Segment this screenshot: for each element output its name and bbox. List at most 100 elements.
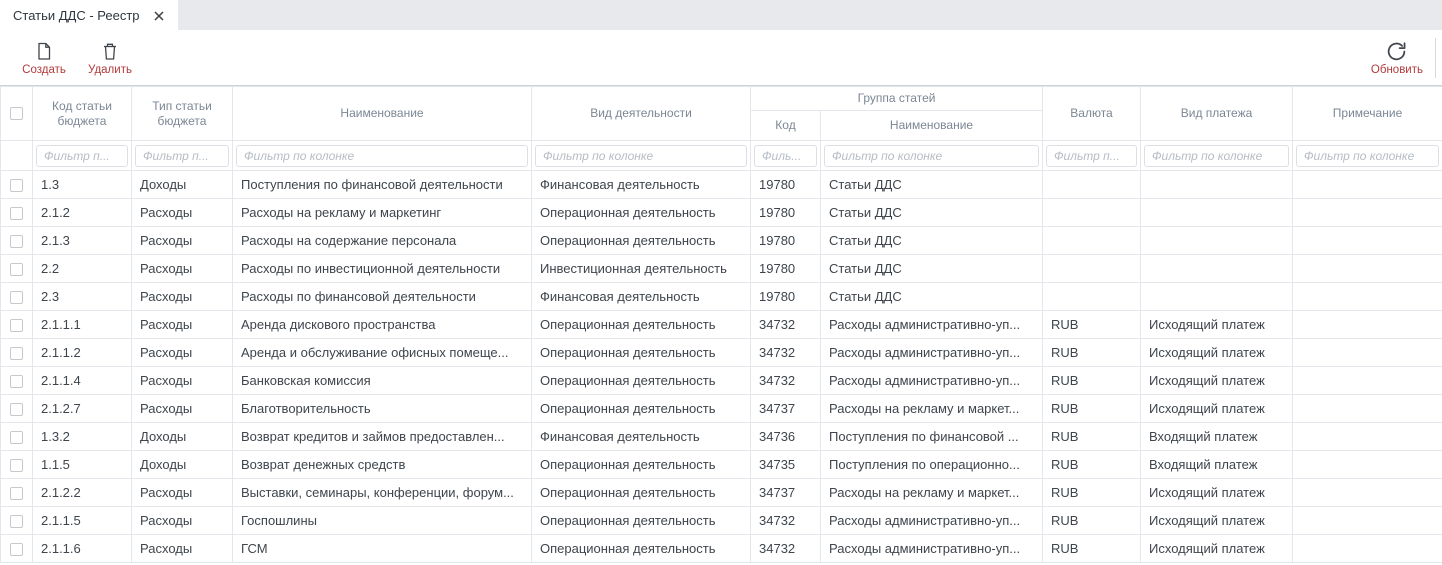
table-row[interactable]: 2.1.2РасходыРасходы на рекламу и маркети… bbox=[1, 199, 1442, 227]
row-checkbox[interactable] bbox=[10, 207, 23, 220]
cell-payment bbox=[1141, 255, 1293, 283]
cell-activity: Операционная деятельность bbox=[532, 311, 751, 339]
column-header-payment[interactable]: Вид платежа bbox=[1141, 87, 1293, 141]
row-checkbox[interactable] bbox=[10, 459, 23, 472]
table-row[interactable]: 2.3РасходыРасходы по финансовой деятельн… bbox=[1, 283, 1442, 311]
filter-currency-input[interactable] bbox=[1046, 145, 1137, 167]
filter-budget-type-input[interactable] bbox=[135, 145, 229, 167]
cell-currency bbox=[1043, 283, 1141, 311]
cell-activity: Операционная деятельность bbox=[532, 395, 751, 423]
table-body: 1.3ДоходыПоступления по финансовой деяте… bbox=[1, 171, 1442, 563]
cell-currency bbox=[1043, 171, 1141, 199]
cell-note bbox=[1293, 283, 1442, 311]
tab-statyi-dds[interactable]: Статьи ДДС - Реестр bbox=[0, 0, 178, 30]
filter-group-code-input[interactable] bbox=[754, 145, 817, 167]
table-row[interactable]: 2.1.2.2РасходыВыставки, семинары, конфер… bbox=[1, 479, 1442, 507]
row-checkbox[interactable] bbox=[10, 319, 23, 332]
column-header-group-code[interactable]: Код bbox=[751, 111, 821, 141]
cell-note bbox=[1293, 339, 1442, 367]
cell-note bbox=[1293, 395, 1442, 423]
cell-name: Возврат кредитов и займов предоставлен..… bbox=[233, 423, 532, 451]
cell-currency: RUB bbox=[1043, 395, 1141, 423]
cell-activity: Финансовая деятельность bbox=[532, 283, 751, 311]
delete-button[interactable]: Удалить bbox=[84, 39, 136, 76]
row-checkbox[interactable] bbox=[10, 487, 23, 500]
cell-type: Расходы bbox=[132, 507, 233, 535]
cell-group_code: 19780 bbox=[751, 171, 821, 199]
cell-name: Госпошлины bbox=[233, 507, 532, 535]
cell-note bbox=[1293, 367, 1442, 395]
column-header-name[interactable]: Наименование bbox=[233, 87, 532, 141]
filter-group-name-input[interactable] bbox=[824, 145, 1039, 167]
column-header-currency[interactable]: Валюта bbox=[1043, 87, 1141, 141]
table-row[interactable]: 2.2РасходыРасходы по инвестиционной деят… bbox=[1, 255, 1442, 283]
row-checkbox[interactable] bbox=[10, 403, 23, 416]
column-header-budget-code[interactable]: Код статьи бюджета bbox=[33, 87, 132, 141]
create-button[interactable]: Создать bbox=[18, 39, 70, 76]
cell-note bbox=[1293, 255, 1442, 283]
filter-budget-code-input[interactable] bbox=[36, 145, 128, 167]
column-header-group-name[interactable]: Наименование bbox=[821, 111, 1043, 141]
column-header-activity[interactable]: Вид деятельности bbox=[532, 87, 751, 141]
table-row[interactable]: 2.1.1.1РасходыАренда дискового пространс… bbox=[1, 311, 1442, 339]
column-header-note[interactable]: Примечание bbox=[1293, 87, 1442, 141]
table-row[interactable]: 1.3.2ДоходыВозврат кредитов и займов пре… bbox=[1, 423, 1442, 451]
cell-type: Расходы bbox=[132, 367, 233, 395]
tab-close-icon[interactable] bbox=[154, 10, 164, 21]
cell-name: Расходы по финансовой деятельности bbox=[233, 283, 532, 311]
row-checkbox[interactable] bbox=[10, 291, 23, 304]
table-row[interactable]: 2.1.2.7РасходыБлаготворительностьОпераци… bbox=[1, 395, 1442, 423]
cell-currency: RUB bbox=[1043, 423, 1141, 451]
cell-payment: Входящий платеж bbox=[1141, 423, 1293, 451]
cell-activity: Операционная деятельность bbox=[532, 199, 751, 227]
cell-activity: Операционная деятельность bbox=[532, 367, 751, 395]
row-checkbox[interactable] bbox=[10, 263, 23, 276]
row-checkbox[interactable] bbox=[10, 515, 23, 528]
table-row[interactable]: 2.1.1.5РасходыГоспошлиныОперационная дея… bbox=[1, 507, 1442, 535]
row-checkbox[interactable] bbox=[10, 375, 23, 388]
cell-code: 1.3.2 bbox=[33, 423, 132, 451]
select-all-cell bbox=[1, 87, 33, 141]
row-checkbox-cell bbox=[1, 367, 33, 395]
column-header-budget-type[interactable]: Тип статьи бюджета bbox=[132, 87, 233, 141]
cell-code: 2.1.1.2 bbox=[33, 339, 132, 367]
cell-activity: Операционная деятельность bbox=[532, 227, 751, 255]
table-row[interactable]: 1.3ДоходыПоступления по финансовой деяте… bbox=[1, 171, 1442, 199]
cell-group_code: 19780 bbox=[751, 283, 821, 311]
table-row[interactable]: 1.1.5ДоходыВозврат денежных средствОпера… bbox=[1, 451, 1442, 479]
table-row[interactable]: 2.1.1.2РасходыАренда и обслуживание офис… bbox=[1, 339, 1442, 367]
cell-code: 1.1.5 bbox=[33, 451, 132, 479]
cell-activity: Финансовая деятельность bbox=[532, 423, 751, 451]
cell-group_name: Статьи ДДС bbox=[821, 255, 1043, 283]
table-row[interactable]: 2.1.3РасходыРасходы на содержание персон… bbox=[1, 227, 1442, 255]
delete-button-label: Удалить bbox=[88, 64, 132, 76]
filter-activity-input[interactable] bbox=[535, 145, 747, 167]
cell-currency: RUB bbox=[1043, 451, 1141, 479]
cell-currency: RUB bbox=[1043, 311, 1141, 339]
table-row[interactable]: 2.1.1.6РасходыГСМОперационная деятельнос… bbox=[1, 535, 1442, 563]
cell-group_name: Статьи ДДС bbox=[821, 227, 1043, 255]
cell-currency bbox=[1043, 227, 1141, 255]
cell-group_name: Расходы административно-уп... bbox=[821, 507, 1043, 535]
row-checkbox[interactable] bbox=[10, 543, 23, 556]
cell-name: Расходы на рекламу и маркетинг bbox=[233, 199, 532, 227]
row-checkbox[interactable] bbox=[10, 179, 23, 192]
filter-note-input[interactable] bbox=[1296, 145, 1439, 167]
select-all-checkbox[interactable] bbox=[10, 107, 23, 120]
cell-group_name: Статьи ДДС bbox=[821, 199, 1043, 227]
cell-group_code: 34732 bbox=[751, 367, 821, 395]
row-checkbox-cell bbox=[1, 395, 33, 423]
row-checkbox-cell bbox=[1, 479, 33, 507]
row-checkbox-cell bbox=[1, 507, 33, 535]
table-row[interactable]: 2.1.1.4РасходыБанковская комиссияОпераци… bbox=[1, 367, 1442, 395]
refresh-button[interactable]: Обновить bbox=[1371, 39, 1423, 76]
row-checkbox[interactable] bbox=[10, 235, 23, 248]
cell-note bbox=[1293, 199, 1442, 227]
cell-payment bbox=[1141, 199, 1293, 227]
cell-group_name: Поступления по финансовой ... bbox=[821, 423, 1043, 451]
cell-note bbox=[1293, 479, 1442, 507]
filter-name-input[interactable] bbox=[236, 145, 528, 167]
row-checkbox[interactable] bbox=[10, 431, 23, 444]
filter-payment-input[interactable] bbox=[1144, 145, 1289, 167]
row-checkbox[interactable] bbox=[10, 347, 23, 360]
